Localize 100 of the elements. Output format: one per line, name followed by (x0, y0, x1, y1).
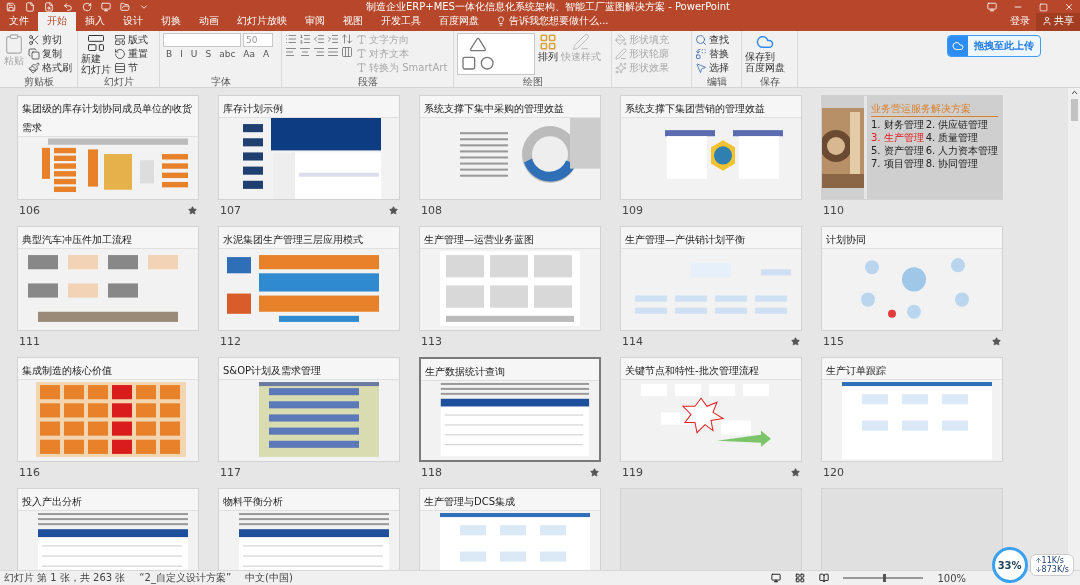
slide-button[interactable]: 节 (114, 61, 148, 74)
sparkles-icon (615, 61, 627, 74)
reading-view-icon[interactable] (819, 573, 830, 583)
format-button[interactable]: Aa (240, 48, 258, 61)
format-button[interactable]: I (177, 48, 186, 61)
slide-thumbnail[interactable]: 集团级的库存计划协同成员单位的收货需求 (17, 95, 199, 200)
slide-thumbnail[interactable]: 系统支撑下集团营销的管理效益 (620, 95, 802, 200)
tell-me-field[interactable]: 告诉我您想要做什么... (488, 14, 617, 31)
align-icon[interactable] (327, 46, 339, 58)
slide-thumbnail[interactable]: 生产管理与DCS集成 (419, 488, 601, 570)
slide-list-item: 2. 供应链管理 (925, 119, 990, 131)
display-options-icon[interactable] (987, 2, 997, 12)
align-icon[interactable] (313, 46, 325, 58)
slide-thumbnail[interactable]: 集成制造的核心价值 (17, 357, 199, 462)
slide-thumbnail[interactable]: 生产数据统计查询 (419, 357, 601, 462)
slide-list-item: 6. 人力资本管理 (925, 145, 999, 157)
align-icon[interactable] (299, 46, 311, 58)
close-icon[interactable] (1064, 2, 1074, 12)
slide-button[interactable]: 版式 (114, 33, 148, 46)
ribbon-tab[interactable]: 文件 (0, 12, 38, 31)
ribbon-tab[interactable]: 开始 (38, 12, 76, 31)
slide-thumbnail[interactable]: 投入产出分析 (17, 488, 199, 570)
slide-title: 水泥集团生产管理三层应用模式 (223, 234, 363, 245)
slide-title: S&OP计划及需求管理 (223, 365, 322, 376)
lightbulb-icon (496, 16, 506, 26)
group-label: 幻灯片 (103, 76, 134, 87)
slide-thumbnail[interactable]: 业务营运服务解决方案 1. 财务管理 2. 供应链管理 3. 生产管理 4. 质量管理 5. 资产管理 6. 人力资本管理 7. 项目管理 8. 协同管理 (821, 95, 1003, 200)
toolbar-icon[interactable] (44, 2, 54, 12)
format-button[interactable]: U (187, 48, 201, 61)
scrollbar[interactable] (1068, 88, 1080, 570)
slide-thumbnail[interactable]: 典型汽车冲压件加工流程 (17, 226, 199, 331)
ribbon-tab[interactable]: 百度网盘 (430, 12, 488, 31)
group-label: 剪贴板 (23, 76, 54, 87)
format-button[interactable]: B (163, 48, 176, 61)
toolbar-icon[interactable] (25, 2, 35, 12)
slide-thumbnail[interactable]: 库存计划示例 (218, 95, 400, 200)
maximize-icon[interactable] (1039, 2, 1048, 12)
slide-thumbnail[interactable]: 系统支撑下集中采购的管理效益 (419, 95, 601, 200)
format-button[interactable]: A (260, 48, 273, 61)
arrange-button[interactable]: 排列 (538, 33, 558, 76)
upload-button[interactable]: 拖拽至此上传 (947, 35, 1041, 57)
slide-number: 109 (622, 204, 643, 217)
clipboard-button[interactable]: 复制 (28, 47, 72, 60)
share-button[interactable]: 共享 (1036, 13, 1080, 31)
ribbon-tab[interactable]: 幻灯片放映 (228, 12, 296, 31)
editing-button[interactable]: 选择 (695, 61, 729, 74)
slide-list-item: 7. 项目管理 (871, 158, 924, 170)
slide-title: 系统支撑下集中采购的管理效益 (424, 103, 564, 114)
group-label: 段落 (357, 76, 378, 87)
slide-button[interactable]: 重置 (114, 47, 148, 60)
ribbon-tab[interactable]: 设计 (114, 12, 152, 31)
font-field[interactable] (163, 33, 241, 47)
down-arrow-icon (1034, 566, 1042, 573)
format-button[interactable]: S (202, 48, 215, 61)
slide-thumbnail[interactable]: 生产订单跟踪 (821, 357, 1003, 462)
align-icon[interactable] (341, 46, 353, 58)
search-icon (695, 33, 707, 46)
ribbon-tab[interactable]: 审阅 (296, 12, 334, 31)
normal-view-icon[interactable] (771, 573, 782, 583)
save-to-cloud-button[interactable]: 保存到 百度网盘 (745, 33, 785, 76)
align-icon[interactable] (285, 46, 297, 58)
paragraph-icon[interactable] (299, 33, 311, 45)
group-label: 绘图 (522, 76, 543, 87)
slide-thumbnail[interactable]: 生产管理—产供销计划平衡 (620, 226, 802, 331)
slide-thumbnail[interactable]: 物料平衡分析 (218, 488, 400, 570)
paragraph-icon[interactable] (341, 33, 353, 45)
group-label: 保存 (759, 76, 780, 87)
slide-sorter-icon[interactable] (795, 573, 806, 583)
editing-button[interactable]: 查找 (695, 33, 729, 46)
toolbar-icon[interactable] (6, 2, 16, 12)
slide-number: 107 (220, 204, 241, 217)
paragraph-icon[interactable] (313, 33, 325, 45)
ribbon-tab[interactable]: 动画 (190, 12, 228, 31)
slide-list-item: 1. 财务管理 (871, 119, 924, 131)
paragraph-icon[interactable] (327, 33, 339, 45)
clipboard-button[interactable]: 剪切 (28, 33, 72, 46)
format-button[interactable]: abc (216, 48, 239, 61)
slide-count: 幻灯片 第 1 张，共 263 张 (4, 571, 126, 585)
slide-layout-icon (86, 33, 106, 53)
ribbon-tab[interactable]: 开发工具 (372, 12, 430, 31)
slide-thumbnail[interactable]: S&OP计划及需求管理 (218, 357, 400, 462)
slide-thumbnail[interactable]: 计划协同 (821, 226, 1003, 331)
ribbon-tab[interactable]: 插入 (76, 12, 114, 31)
slide-thumbnail[interactable]: 关键节点和特性-批次管理流程 (620, 357, 802, 462)
zoom-thumb[interactable] (883, 574, 887, 582)
slide-thumbnail[interactable] (620, 488, 802, 570)
clipboard-button[interactable]: 格式刷 (28, 61, 72, 74)
new-slide-button[interactable]: 新建 幻灯片 (81, 33, 111, 76)
slide-thumbnail[interactable]: 生产管理—运营业务蓝图 (419, 226, 601, 331)
toolbar-icon[interactable] (63, 2, 73, 12)
editing-button[interactable]: 替换 (695, 47, 729, 60)
ribbon-tab[interactable]: 视图 (334, 12, 372, 31)
toolbar-icon[interactable] (101, 2, 111, 12)
paragraph-icon[interactable] (285, 33, 297, 45)
shapes-gallery[interactable] (457, 33, 535, 75)
ribbon-tab[interactable]: 切换 (152, 12, 190, 31)
slide-thumbnail[interactable]: 水泥集团生产管理三层应用模式 (218, 226, 400, 331)
toolbar-icon[interactable] (82, 2, 92, 12)
pen-icon (572, 33, 590, 51)
sign-in-link[interactable]: 登录 (1004, 14, 1036, 31)
